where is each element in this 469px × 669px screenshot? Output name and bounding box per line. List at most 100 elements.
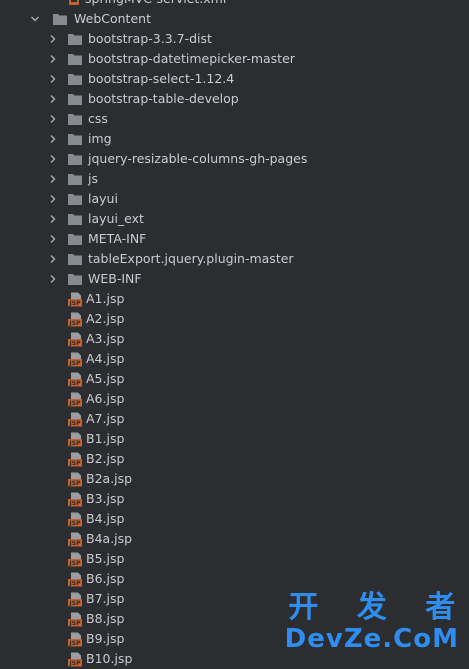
tree-item-folder[interactable]: js	[0, 169, 469, 189]
chevron-down-icon[interactable]	[30, 14, 40, 24]
svg-text:JSP: JSP	[69, 360, 82, 367]
tree-item-label: B3.jsp	[86, 491, 125, 506]
tree-item-folder[interactable]: layui	[0, 189, 469, 209]
chevron-right-icon[interactable]	[48, 274, 58, 284]
tree-item-file[interactable]: JSP B1.jsp	[0, 429, 469, 449]
tree-item-label: jquery-resizable-columns-gh-pages	[88, 151, 308, 166]
chevron-right-icon[interactable]	[48, 34, 58, 44]
tree-item-folder[interactable]: META-INF	[0, 229, 469, 249]
tree-item-file[interactable]: JSP B6.jsp	[0, 569, 469, 589]
svg-text:JSP: JSP	[69, 460, 82, 467]
tree-item-label: bootstrap-3.3.7-dist	[88, 31, 212, 46]
svg-text:JSP: JSP	[69, 300, 82, 307]
jsp-file-icon: JSP	[67, 612, 83, 627]
tree-item-label: A7.jsp	[86, 411, 125, 426]
tree-item-file[interactable]: JSP B7.jsp	[0, 589, 469, 609]
svg-text:JSP: JSP	[69, 400, 82, 407]
tree-item-file[interactable]: springMVC-servlet.xml	[0, 0, 469, 9]
jsp-file-icon: JSP	[67, 492, 83, 507]
tree-item-folder[interactable]: tableExport.jquery.plugin-master	[0, 249, 469, 269]
tree-item-file[interactable]: JSP A6.jsp	[0, 389, 469, 409]
svg-text:JSP: JSP	[69, 500, 82, 507]
jsp-file-icon: JSP	[67, 372, 83, 387]
tree-item-file[interactable]: JSP B2.jsp	[0, 449, 469, 469]
tree-item-label: css	[88, 111, 108, 126]
chevron-right-icon[interactable]	[48, 214, 58, 224]
svg-text:JSP: JSP	[69, 640, 82, 647]
tree-item-folder[interactable]: bootstrap-select-1.12.4	[0, 69, 469, 89]
folder-icon	[67, 192, 83, 206]
tree-item-folder[interactable]: img	[0, 129, 469, 149]
tree-item-folder[interactable]: jquery-resizable-columns-gh-pages	[0, 149, 469, 169]
tree-item-file[interactable]: JSP A1.jsp	[0, 289, 469, 309]
folder-icon	[67, 92, 83, 106]
tree-item-folder[interactable]: WEB-INF	[0, 269, 469, 289]
tree-item-label: A6.jsp	[86, 391, 125, 406]
svg-text:JSP: JSP	[69, 320, 82, 327]
tree-item-file[interactable]: JSP B5.jsp	[0, 549, 469, 569]
svg-text:JSP: JSP	[69, 420, 82, 427]
folder-icon	[67, 152, 83, 166]
chevron-right-icon[interactable]	[48, 54, 58, 64]
tree-item-file[interactable]: JSP A3.jsp	[0, 329, 469, 349]
tree-item-file[interactable]: JSP A7.jsp	[0, 409, 469, 429]
tree-item-file[interactable]: JSP A4.jsp	[0, 349, 469, 369]
tree-item-folder[interactable]: bootstrap-table-develop	[0, 89, 469, 109]
tree-item-folder[interactable]: css	[0, 109, 469, 129]
jsp-file-icon: JSP	[67, 312, 83, 327]
jsp-file-icon: JSP	[67, 552, 83, 567]
jsp-file-icon: JSP	[67, 572, 83, 587]
chevron-right-icon[interactable]	[48, 254, 58, 264]
folder-icon	[67, 132, 83, 146]
tree-item-label: bootstrap-datetimepicker-master	[88, 51, 295, 66]
tree-item-label: B6.jsp	[86, 571, 125, 586]
tree-item-label: layui	[88, 191, 118, 206]
chevron-right-icon[interactable]	[48, 74, 58, 84]
tree-item-webcontent[interactable]: WebContent	[0, 9, 469, 29]
project-tree: springMVC-servlet.xml WebContent bootstr…	[0, 0, 469, 669]
tree-item-folder[interactable]: layui_ext	[0, 209, 469, 229]
tree-item-label: bootstrap-table-develop	[88, 91, 239, 106]
chevron-right-icon[interactable]	[48, 134, 58, 144]
tree-item-label: B7.jsp	[86, 591, 125, 606]
jsp-file-icon: JSP	[67, 392, 83, 407]
chevron-right-icon[interactable]	[48, 234, 58, 244]
tree-item-folder[interactable]: bootstrap-3.3.7-dist	[0, 29, 469, 49]
gutter	[0, 0, 6, 659]
tree-item-label: B8.jsp	[86, 611, 125, 626]
tree-item-file[interactable]: JSP A5.jsp	[0, 369, 469, 389]
tree-item-label: tableExport.jquery.plugin-master	[88, 251, 294, 266]
svg-text:JSP: JSP	[69, 540, 82, 547]
jsp-file-icon: JSP	[67, 332, 83, 347]
svg-text:JSP: JSP	[69, 520, 82, 527]
tree-item-file[interactable]: JSP B9.jsp	[0, 629, 469, 649]
tree-item-label: A2.jsp	[86, 311, 125, 326]
tree-item-file[interactable]: JSP B10.jsp	[0, 649, 469, 669]
tree-item-file[interactable]: JSP B4a.jsp	[0, 529, 469, 549]
tree-item-label: B1.jsp	[86, 431, 125, 446]
tree-item-file[interactable]: JSP B3.jsp	[0, 489, 469, 509]
tree-item-label: META-INF	[88, 231, 147, 246]
tree-item-file[interactable]: JSP B8.jsp	[0, 609, 469, 629]
chevron-right-icon[interactable]	[48, 194, 58, 204]
tree-item-file[interactable]: JSP B2a.jsp	[0, 469, 469, 489]
svg-text:JSP: JSP	[69, 560, 82, 567]
tree-item-file[interactable]: JSP B4.jsp	[0, 509, 469, 529]
folder-icon	[67, 112, 83, 126]
chevron-right-icon[interactable]	[48, 174, 58, 184]
chevron-right-icon[interactable]	[48, 154, 58, 164]
chevron-right-icon[interactable]	[48, 114, 58, 124]
tree-item-file[interactable]: JSP A2.jsp	[0, 309, 469, 329]
tree-item-label: B2a.jsp	[86, 471, 133, 486]
jsp-file-icon: JSP	[67, 352, 83, 367]
chevron-right-icon[interactable]	[48, 94, 58, 104]
folder-icon	[67, 272, 83, 286]
svg-text:JSP: JSP	[69, 580, 82, 587]
jsp-file-icon: JSP	[67, 632, 83, 647]
folder-icon	[67, 52, 83, 66]
tree-item-label: img	[88, 131, 112, 146]
tree-item-label: B2.jsp	[86, 451, 125, 466]
jsp-file-icon: JSP	[67, 472, 83, 487]
tree-item-folder[interactable]: bootstrap-datetimepicker-master	[0, 49, 469, 69]
tree-item-label: layui_ext	[88, 211, 144, 226]
